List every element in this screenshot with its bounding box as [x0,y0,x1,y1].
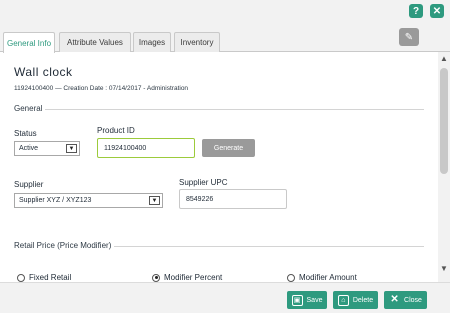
product-id-value: 11924100400 [104,144,147,152]
radio-modifier-percent[interactable]: Modifier Percent [152,273,222,282]
scroll-thumb[interactable] [440,68,448,174]
product-id-input[interactable]: 11924100400 [97,138,195,158]
delete-label: Delete [352,296,374,304]
chevron-down-icon: ▼ [66,144,77,153]
help-button[interactable]: ? [409,4,423,18]
scroll-down-icon[interactable]: ▼ [439,264,449,274]
radio-indicator [287,273,295,282]
generate-label: Generate [213,144,244,152]
section-retail-price-label: Retail Price (Price Modifier) [14,241,115,250]
supplier-value: Supplier XYZ / XYZ123 [19,197,92,204]
footer-actions: ▣ Save ⌂ Delete ✕ Close [0,282,450,313]
generate-button[interactable]: Generate [202,139,255,157]
radio-label: Modifier Amount [299,273,357,282]
question-icon: ? [412,5,420,17]
radio-label: Modifier Percent [164,273,223,282]
supplier-select[interactable]: Supplier XYZ / XYZ123 ▼ [14,193,163,208]
radio-modifier-amount[interactable]: Modifier Amount [287,273,357,282]
product-title: Wall clock [14,65,73,79]
tab-label: General Info [6,38,52,48]
tab-inventory[interactable]: Inventory [174,32,220,52]
tab-attribute-values[interactable]: Attribute Values [59,32,131,52]
supplier-upc-label: Supplier UPC [179,178,228,187]
close-icon: ✕ [390,293,399,305]
radio-fixed-retail[interactable]: Fixed Retail [17,273,71,282]
supplier-upc-input[interactable]: 8549226 [179,189,287,209]
edit-button[interactable]: ✎ [399,28,419,46]
supplier-upc-value: 8549226 [186,195,214,203]
status-label: Status [14,129,37,138]
supplier-label: Supplier [14,180,44,189]
trash-icon: ⌂ [337,294,349,306]
radio-label: Fixed Retail [29,273,72,282]
radio-indicator [17,273,25,282]
chevron-down-icon: ▼ [149,196,160,205]
tab-images[interactable]: Images [133,32,171,52]
pencil-icon: ✎ [404,31,414,43]
tab-label: Attribute Values [67,38,123,47]
section-divider [14,109,424,110]
window-header: ? ✕ [0,0,450,24]
general-info-panel: Wall clock 11924100400 — Creation Date :… [0,52,438,282]
save-button[interactable]: ▣ Save [287,291,327,309]
tab-label: Images [138,38,166,47]
section-general-label: General [14,104,46,113]
delete-button[interactable]: ⌂ Delete [333,291,378,309]
close-button[interactable]: ✕ Close [384,291,427,309]
status-value: Active [19,145,39,152]
vertical-scrollbar[interactable]: ▲ ▼ [438,52,450,282]
status-select[interactable]: Active ▼ [14,141,80,156]
tab-label: Inventory [180,38,214,47]
save-label: Save [306,296,323,304]
product-meta: 11924100400 — Creation Date : 07/14/2017… [14,85,189,92]
radio-indicator [152,273,160,282]
tab-general-info[interactable]: General Info [3,32,55,53]
close-window-button[interactable]: ✕ [430,4,444,18]
close-icon: ✕ [432,5,442,17]
close-label: Close [404,296,422,304]
save-icon: ▣ [291,294,303,306]
tab-strip: General Info Attribute Values Images Inv… [0,24,450,53]
scroll-up-icon[interactable]: ▲ [439,54,449,64]
product-id-label: Product ID [97,126,135,135]
